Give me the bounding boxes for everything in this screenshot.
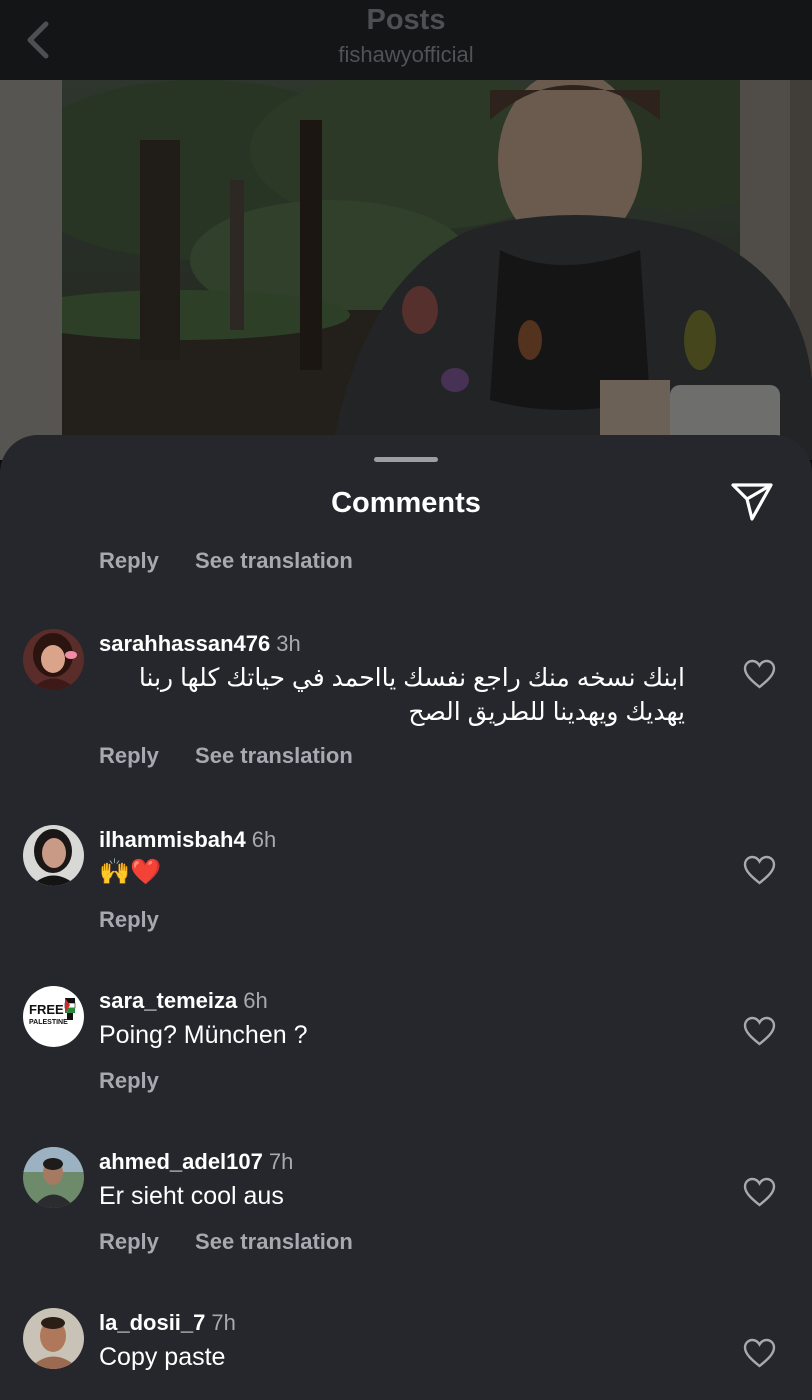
page-subtitle-username[interactable]: fishawyofficial [0, 42, 812, 68]
like-heart-icon[interactable] [743, 855, 776, 885]
comment-actions: Reply See translation [99, 743, 353, 769]
avatar[interactable] [23, 825, 84, 886]
username[interactable]: sara_temeiza [99, 988, 237, 1013]
comment-actions: Reply [99, 1068, 159, 1094]
comment-actions: Reply See translation [99, 548, 353, 574]
reply-button[interactable]: Reply [99, 1229, 159, 1254]
comment-text: 🙌❤️ [99, 858, 162, 886]
drag-handle[interactable] [374, 457, 438, 462]
like-heart-icon[interactable] [743, 1338, 776, 1368]
see-translation-button[interactable]: See translation [195, 1229, 353, 1254]
like-heart-icon[interactable] [743, 1016, 776, 1046]
timestamp: 6h [243, 988, 268, 1013]
timestamp: 6h [251, 827, 277, 852]
username[interactable]: ahmed_adel107 [99, 1149, 263, 1174]
timestamp: 7h [268, 1149, 294, 1174]
comment-header: sara_temeiza 6h [99, 988, 268, 1014]
username[interactable]: sarahhassan476 [99, 631, 270, 656]
comments-title: Comments [331, 487, 481, 519]
username[interactable]: la_dosii_7 [99, 1310, 205, 1335]
comment-text: ابنك نسخه منك راجع نفسك يااحمد في حياتك … [138, 664, 685, 726]
timestamp: 3h [276, 631, 301, 656]
comment-text: Poing? München ? [99, 1021, 308, 1049]
comment-text: Er sieht cool aus [99, 1182, 284, 1210]
post-photo [0, 80, 812, 460]
raised-fist-icon [64, 998, 76, 1020]
avatar-text: PALESTINE [29, 1019, 68, 1026]
page-title: Posts [366, 4, 446, 36]
comments-sheet: Comments Reply See translation sarahhass… [0, 435, 812, 1400]
reply-button[interactable]: Reply [99, 548, 159, 573]
avatar[interactable] [23, 1308, 84, 1369]
comment-header: la_dosii_7 7h [99, 1310, 236, 1336]
avatar[interactable] [23, 1147, 84, 1208]
comment-header: ilhammisbah4 6h [99, 827, 276, 853]
reply-button[interactable]: Reply [99, 743, 159, 768]
top-navigation-bar: Posts fishawyofficial [0, 0, 812, 80]
reply-button[interactable]: Reply [99, 907, 159, 932]
comment-actions: Reply [99, 907, 159, 933]
comment-text: Copy paste [99, 1343, 226, 1371]
avatar[interactable]: FREE PALESTINE [23, 986, 84, 1047]
reply-button[interactable]: Reply [99, 1068, 159, 1093]
comment-header: ahmed_adel107 7h [99, 1149, 293, 1175]
like-heart-icon[interactable] [743, 659, 776, 689]
avatar[interactable] [23, 629, 84, 690]
username[interactable]: ilhammisbah4 [99, 827, 246, 852]
like-heart-icon[interactable] [743, 1177, 776, 1207]
comment-header: sarahhassan476 3h [99, 631, 301, 657]
see-translation-button[interactable]: See translation [195, 743, 353, 768]
send-icon[interactable] [728, 479, 776, 523]
see-translation-button[interactable]: See translation [195, 548, 353, 573]
avatar-text: FREE [29, 1002, 64, 1017]
timestamp: 7h [211, 1310, 236, 1335]
comment-actions: Reply See translation [99, 1229, 353, 1255]
